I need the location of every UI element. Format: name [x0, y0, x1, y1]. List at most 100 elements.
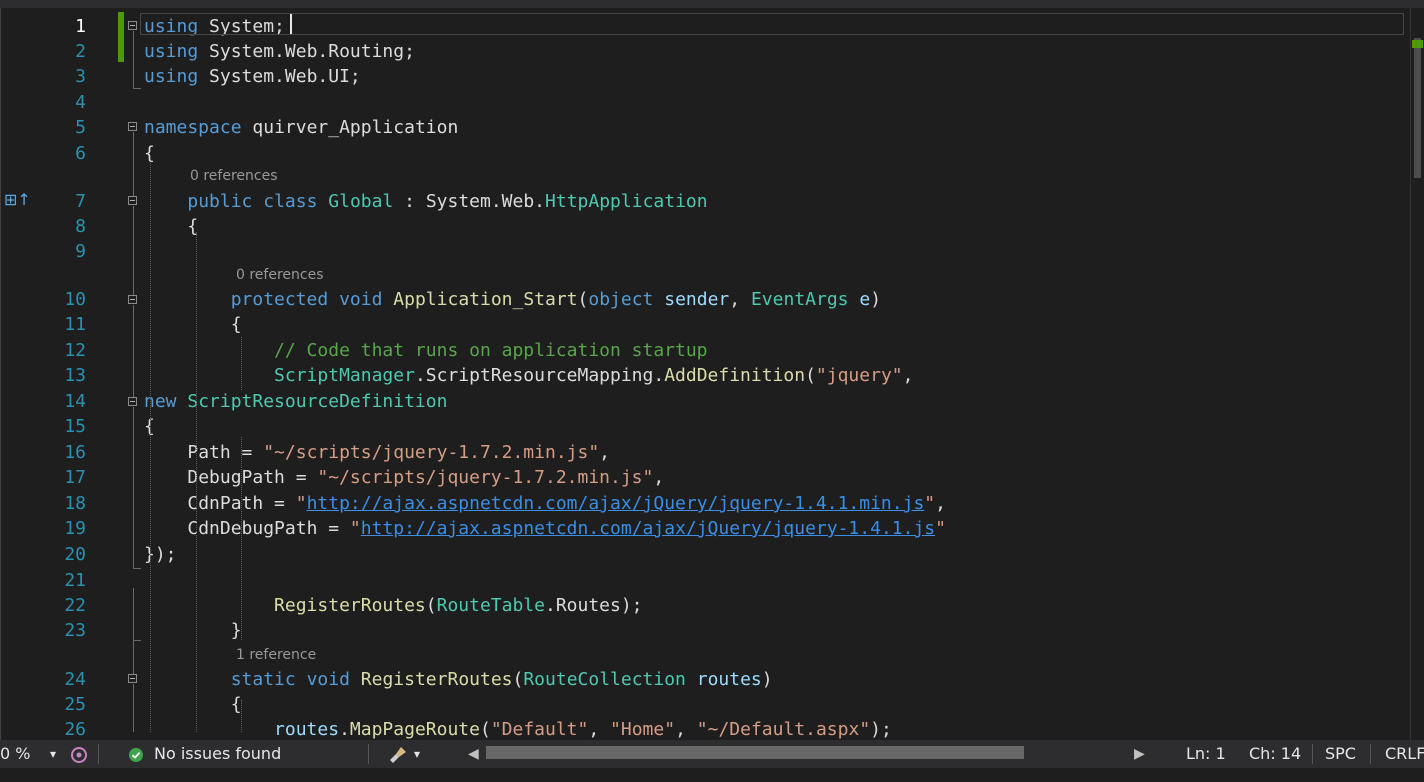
code-text[interactable]: { [144, 312, 242, 337]
code-text[interactable]: } [144, 618, 242, 643]
line-number: 2 [75, 41, 86, 62]
scroll-right-icon[interactable]: ▶ [1134, 740, 1145, 768]
fold-line [133, 132, 134, 196]
line-indicator[interactable]: Ln: 1 [1186, 740, 1226, 768]
code-line[interactable]: 13 ScriptManager.ScriptResourceMapping.A… [0, 363, 1410, 388]
fold-toggle-icon[interactable] [128, 295, 137, 304]
bottom-edge [0, 768, 1424, 782]
line-number: 12 [64, 340, 86, 361]
line-number: 11 [64, 314, 86, 335]
code-line[interactable]: 23 } [0, 618, 1410, 643]
fold-toggle-icon[interactable] [128, 397, 137, 406]
code-text[interactable]: using System.Web.Routing; [144, 39, 415, 64]
code-text[interactable]: protected void Application_Start(object … [144, 287, 881, 312]
line-number: 15 [64, 416, 86, 437]
code-text[interactable]: new ScriptResourceDefinition [144, 389, 447, 414]
line-number: 21 [64, 570, 86, 591]
vertical-scrollbar[interactable] [1410, 8, 1424, 740]
line-number: 19 [64, 518, 86, 539]
code-line[interactable]: 26 routes.MapPageRoute("Default", "Home"… [0, 717, 1410, 740]
code-line[interactable]: 2 using System.Web.Routing; [0, 39, 1410, 64]
code-line[interactable]: 9 [0, 239, 1410, 264]
code-text[interactable]: ScriptManager.ScriptResourceMapping.AddD… [144, 363, 913, 388]
zoom-dropdown-icon[interactable]: ▾ [50, 740, 56, 768]
indent-guide [241, 437, 242, 640]
fold-toggle-icon[interactable] [128, 674, 137, 683]
code-line[interactable]: 17 DebugPath = "~/scripts/jquery-1.7.2.m… [0, 465, 1410, 490]
code-text[interactable]: static void RegisterRoutes(RouteCollecti… [144, 667, 773, 692]
line-endings-indicator[interactable]: CRLF [1385, 740, 1424, 768]
code-editor[interactable]: 1 using System; 2 using System.Web.Routing;… [0, 8, 1410, 740]
brush-icon[interactable] [388, 740, 408, 768]
code-line[interactable]: 6{ [0, 141, 1410, 166]
code-text[interactable]: // Code that runs on application startup [144, 338, 707, 363]
code-line[interactable]: 15{ [0, 414, 1410, 439]
code-line[interactable]: 11 { [0, 312, 1410, 337]
scroll-left-icon[interactable]: ◀ [468, 740, 479, 768]
tab-strip [0, 0, 1424, 8]
code-line[interactable]: 24 static void RegisterRoutes(RouteColle… [0, 667, 1410, 692]
line-number: 13 [64, 365, 86, 386]
column-indicator[interactable]: Ch: 14 [1249, 740, 1301, 768]
change-bar [118, 38, 124, 62]
line-number: 10 [64, 289, 86, 310]
code-line[interactable]: 18 CdnPath = "http://ajax.aspnetcdn.com/… [0, 491, 1410, 516]
code-text[interactable]: CdnPath = "http://ajax.aspnetcdn.com/aja… [144, 491, 946, 516]
code-line[interactable]: 22 RegisterRoutes(RouteTable.Routes); [0, 593, 1410, 618]
code-text[interactable]: namespace quirver_Application [144, 115, 458, 140]
code-line[interactable]: 7 public class Global : System.Web.HttpA… [0, 189, 1410, 214]
horizontal-scroll-thumb[interactable] [486, 746, 1024, 759]
code-text[interactable]: routes.MapPageRoute("Default", "Home", "… [144, 717, 892, 740]
intellicode-icon[interactable] [70, 740, 88, 768]
issues-status[interactable]: No issues found [154, 740, 281, 768]
code-line[interactable]: 3 using System.Web.UI; [0, 64, 1410, 89]
fold-line [133, 305, 134, 397]
code-line[interactable]: 14 new ScriptResourceDefinition [0, 389, 1410, 414]
zoom-level[interactable]: 0 % [0, 740, 30, 768]
fold-line [133, 684, 134, 732]
code-text[interactable]: CdnDebugPath = "http://ajax.aspnetcdn.co… [144, 516, 946, 541]
line-number: 6 [75, 143, 86, 164]
fold-end [133, 640, 141, 641]
status-separator [368, 744, 369, 764]
line-number: 16 [64, 442, 86, 463]
code-line[interactable]: 25 { [0, 692, 1410, 717]
indent-guide [241, 337, 242, 390]
code-text[interactable]: RegisterRoutes(RouteTable.Routes); [144, 593, 642, 618]
code-text[interactable]: }); [144, 542, 177, 567]
fold-toggle-icon[interactable] [128, 21, 137, 30]
code-text[interactable]: { [144, 214, 198, 239]
indent-guide [150, 163, 151, 732]
code-line[interactable]: 21 [0, 568, 1410, 593]
line-number: 24 [64, 669, 86, 690]
indent-guide [241, 700, 242, 732]
fold-toggle-icon[interactable] [128, 122, 137, 131]
code-text[interactable]: { [144, 692, 242, 717]
code-line[interactable]: 5 namespace quirver_Application [0, 115, 1410, 140]
code-text[interactable]: using System.Web.UI; [144, 64, 361, 89]
code-line[interactable]: 10 protected void Application_Start(obje… [0, 287, 1410, 312]
line-number: 8 [75, 216, 86, 237]
codelens-references[interactable]: 1 reference [236, 645, 316, 665]
fold-end [133, 568, 141, 569]
vertical-scroll-thumb[interactable] [1414, 38, 1421, 178]
codelens-references[interactable]: 0 references [236, 265, 324, 285]
code-line[interactable]: 19 CdnDebugPath = "http://ajax.aspnetcdn… [0, 516, 1410, 541]
code-text[interactable]: public class Global : System.Web.HttpApp… [144, 189, 707, 214]
line-number: 14 [64, 391, 86, 412]
codelens-references[interactable]: 0 references [190, 166, 278, 186]
status-separator [98, 744, 99, 764]
code-text[interactable]: Path = "~/scripts/jquery-1.7.2.min.js", [144, 440, 610, 465]
code-line[interactable]: 8 { [0, 214, 1410, 239]
class-override-icon[interactable]: ⊞↑ [4, 190, 31, 209]
cleanup-dropdown-icon[interactable]: ▾ [414, 740, 420, 768]
code-line[interactable]: 16 Path = "~/scripts/jquery-1.7.2.min.js… [0, 440, 1410, 465]
whitespace-indicator[interactable]: SPC [1325, 740, 1356, 768]
fold-toggle-icon[interactable] [128, 196, 137, 205]
code-text[interactable]: DebugPath = "~/scripts/jquery-1.7.2.min.… [144, 465, 664, 490]
check-circle-icon [128, 740, 144, 768]
fold-line [133, 31, 134, 88]
code-line[interactable]: 4 [0, 90, 1410, 115]
code-line[interactable]: 20}); [0, 542, 1410, 567]
code-line[interactable]: 12 // Code that runs on application star… [0, 338, 1410, 363]
